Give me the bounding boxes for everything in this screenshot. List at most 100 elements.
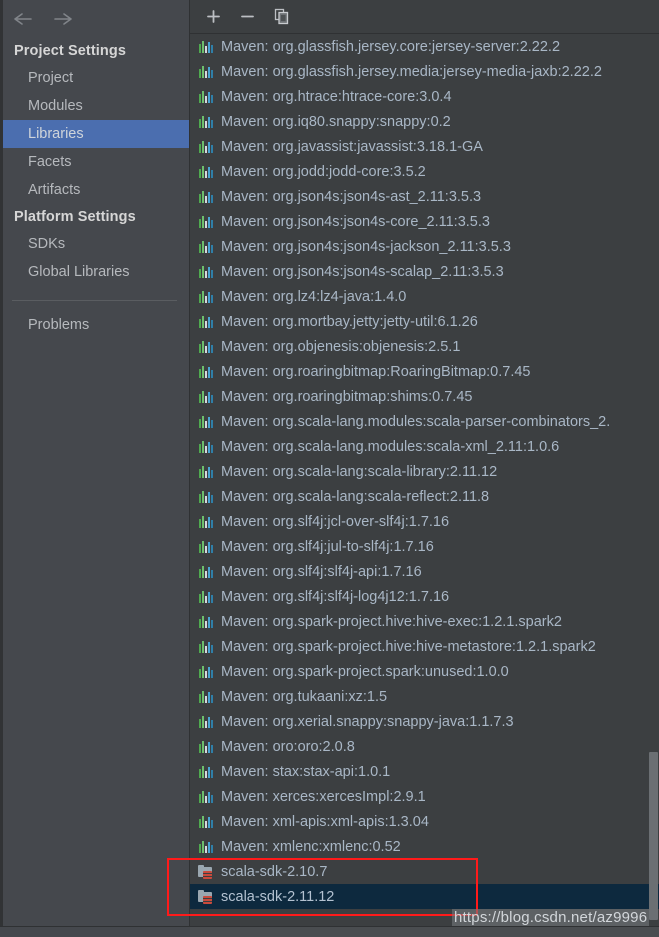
library-list-item-label: Maven: org.xerial.snappy:snappy-java:1.1…: [221, 713, 514, 730]
maven-icon: [198, 764, 214, 780]
maven-icon: [198, 514, 214, 530]
sidebar-item-artifacts[interactable]: Artifacts: [0, 176, 189, 204]
sidebar-item-libraries[interactable]: Libraries: [0, 120, 189, 148]
maven-icon: [198, 689, 214, 705]
minus-icon[interactable]: [233, 4, 261, 30]
sidebar-item-global-libraries[interactable]: Global Libraries: [0, 258, 189, 286]
library-list-item[interactable]: Maven: stax:stax-api:1.0.1: [190, 759, 659, 784]
maven-icon: [198, 189, 214, 205]
library-list-item-label: Maven: org.spark-project.hive:hive-exec:…: [221, 613, 562, 630]
library-list-item[interactable]: Maven: xerces:xercesImpl:2.9.1: [190, 784, 659, 809]
library-list-item[interactable]: Maven: org.roaringbitmap:RoaringBitmap:0…: [190, 359, 659, 384]
library-list-item[interactable]: scala-sdk-2.10.7: [190, 859, 659, 884]
sidebar-bottom-fill: [0, 927, 190, 937]
library-list-item[interactable]: Maven: org.xerial.snappy:snappy-java:1.1…: [190, 709, 659, 734]
settings-dialog: Project Settings Project Modules Librari…: [0, 0, 659, 937]
library-list-item[interactable]: Maven: org.lz4:lz4-java:1.4.0: [190, 284, 659, 309]
library-list-item[interactable]: Maven: org.slf4j:jul-to-slf4j:1.7.16: [190, 534, 659, 559]
maven-icon: [198, 489, 214, 505]
library-list-item[interactable]: Maven: xml-apis:xml-apis:1.3.04: [190, 809, 659, 834]
library-list-item-label: Maven: org.htrace:htrace-core:3.0.4: [221, 88, 452, 105]
arrow-left-icon[interactable]: [12, 8, 34, 30]
library-list-item-label: Maven: org.json4s:json4s-ast_2.11:3.5.3: [221, 188, 482, 205]
library-list-item[interactable]: Maven: org.json4s:json4s-scalap_2.11:3.5…: [190, 259, 659, 284]
libraries-list-container[interactable]: Maven: org.glassfish.jersey.core:jersey-…: [190, 34, 659, 937]
library-list-item[interactable]: Maven: org.slf4j:slf4j-api:1.7.16: [190, 559, 659, 584]
library-list-item[interactable]: Maven: org.slf4j:jcl-over-slf4j:1.7.16: [190, 509, 659, 534]
sidebar-item-problems[interactable]: Problems: [0, 311, 189, 339]
library-list-item[interactable]: Maven: org.htrace:htrace-core:3.0.4: [190, 84, 659, 109]
library-list-item[interactable]: Maven: org.glassfish.jersey.media:jersey…: [190, 59, 659, 84]
maven-icon: [198, 64, 214, 80]
scrollbar-thumb[interactable]: [649, 752, 658, 920]
libraries-toolbar: [190, 0, 659, 34]
library-list-item[interactable]: Maven: org.spark-project.hive:hive-metas…: [190, 634, 659, 659]
library-list-item[interactable]: Maven: org.scala-lang.modules:scala-pars…: [190, 409, 659, 434]
sidebar-left-edge: [0, 0, 3, 937]
arrow-right-icon[interactable]: [52, 8, 74, 30]
library-list-item[interactable]: Maven: org.roaringbitmap:shims:0.7.45: [190, 384, 659, 409]
library-list-item-label: Maven: org.iq80.snappy:snappy:0.2: [221, 113, 451, 130]
library-list-item-label: Maven: org.slf4j:slf4j-api:1.7.16: [221, 563, 422, 580]
libraries-list[interactable]: Maven: org.glassfish.jersey.core:jersey-…: [190, 34, 659, 937]
library-list-item-label: Maven: org.glassfish.jersey.core:jersey-…: [221, 38, 561, 55]
sidebar-item-facets[interactable]: Facets: [0, 148, 189, 176]
library-list-item-label: Maven: xml-apis:xml-apis:1.3.04: [221, 813, 429, 830]
library-list-item-label: Maven: org.json4s:json4s-core_2.11:3.5.3: [221, 213, 490, 230]
plus-icon[interactable]: [199, 4, 227, 30]
maven-icon: [198, 339, 214, 355]
library-list-item-label: Maven: org.scala-lang:scala-library:2.11…: [221, 463, 498, 480]
library-list-item-label: Maven: stax:stax-api:1.0.1: [221, 763, 391, 780]
maven-icon: [198, 564, 214, 580]
library-list-item-label: Maven: org.lz4:lz4-java:1.4.0: [221, 288, 407, 305]
library-list-item[interactable]: Maven: org.spark-project.hive:hive-exec:…: [190, 609, 659, 634]
vertical-scrollbar[interactable]: [648, 34, 659, 937]
library-list-item[interactable]: Maven: org.json4s:json4s-jackson_2.11:3.…: [190, 234, 659, 259]
sidebar-section-project-settings: Project Settings Project Modules Librari…: [0, 38, 189, 204]
maven-icon: [198, 239, 214, 255]
copy-icon[interactable]: [267, 4, 295, 30]
sidebar-item-modules[interactable]: Modules: [0, 92, 189, 120]
libraries-detail-pane: Maven: org.glassfish.jersey.core:jersey-…: [190, 0, 659, 937]
library-list-item[interactable]: scala-sdk-2.11.12: [190, 884, 659, 909]
maven-icon: [198, 814, 214, 830]
library-list-item[interactable]: Maven: org.objenesis:objenesis:2.5.1: [190, 334, 659, 359]
maven-icon: [198, 289, 214, 305]
library-list-item[interactable]: Maven: org.glassfish.jersey.core:jersey-…: [190, 34, 659, 59]
library-list-item-label: Maven: org.tukaani:xz:1.5: [221, 688, 388, 705]
library-list-item[interactable]: Maven: org.mortbay.jetty:jetty-util:6.1.…: [190, 309, 659, 334]
library-list-item-label: Maven: org.jodd:jodd-core:3.5.2: [221, 163, 426, 180]
library-list-item-label: Maven: oro:oro:2.0.8: [221, 738, 355, 755]
sidebar-item-sdks[interactable]: SDKs: [0, 230, 189, 258]
sidebar-divider: [12, 300, 177, 301]
library-list-item[interactable]: Maven: org.iq80.snappy:snappy:0.2: [190, 109, 659, 134]
maven-icon: [198, 439, 214, 455]
library-list-item-label: Maven: org.roaringbitmap:shims:0.7.45: [221, 388, 473, 405]
settings-sidebar: Project Settings Project Modules Librari…: [0, 0, 190, 937]
sdk-folder-icon: [198, 889, 214, 905]
library-list-item[interactable]: Maven: org.jodd:jodd-core:3.5.2: [190, 159, 659, 184]
library-list-item[interactable]: Maven: oro:oro:2.0.8: [190, 734, 659, 759]
library-list-item[interactable]: Maven: org.scala-lang.modules:scala-xml_…: [190, 434, 659, 459]
library-list-item[interactable]: Maven: org.slf4j:slf4j-log4j12:1.7.16: [190, 584, 659, 609]
library-list-item[interactable]: Maven: org.scala-lang:scala-library:2.11…: [190, 459, 659, 484]
maven-icon: [198, 714, 214, 730]
library-list-item[interactable]: Maven: org.json4s:json4s-ast_2.11:3.5.3: [190, 184, 659, 209]
maven-icon: [198, 139, 214, 155]
maven-icon: [198, 639, 214, 655]
library-list-item-label: Maven: org.scala-lang:scala-reflect:2.11…: [221, 488, 490, 505]
maven-icon: [198, 364, 214, 380]
sidebar-group-title: Project Settings: [14, 43, 126, 59]
maven-icon: [198, 539, 214, 555]
library-list-item[interactable]: Maven: org.javassist:javassist:3.18.1-GA: [190, 134, 659, 159]
library-list-item[interactable]: Maven: org.spark-project.spark:unused:1.…: [190, 659, 659, 684]
library-list-item-label: Maven: org.scala-lang.modules:scala-pars…: [221, 413, 611, 430]
library-list-item[interactable]: Maven: org.json4s:json4s-core_2.11:3.5.3: [190, 209, 659, 234]
maven-icon: [198, 664, 214, 680]
library-list-item[interactable]: Maven: org.scala-lang:scala-reflect:2.11…: [190, 484, 659, 509]
maven-icon: [198, 464, 214, 480]
sidebar-item-project[interactable]: Project: [0, 64, 189, 92]
maven-icon: [198, 614, 214, 630]
library-list-item[interactable]: Maven: xmlenc:xmlenc:0.52: [190, 834, 659, 859]
library-list-item[interactable]: Maven: org.tukaani:xz:1.5: [190, 684, 659, 709]
